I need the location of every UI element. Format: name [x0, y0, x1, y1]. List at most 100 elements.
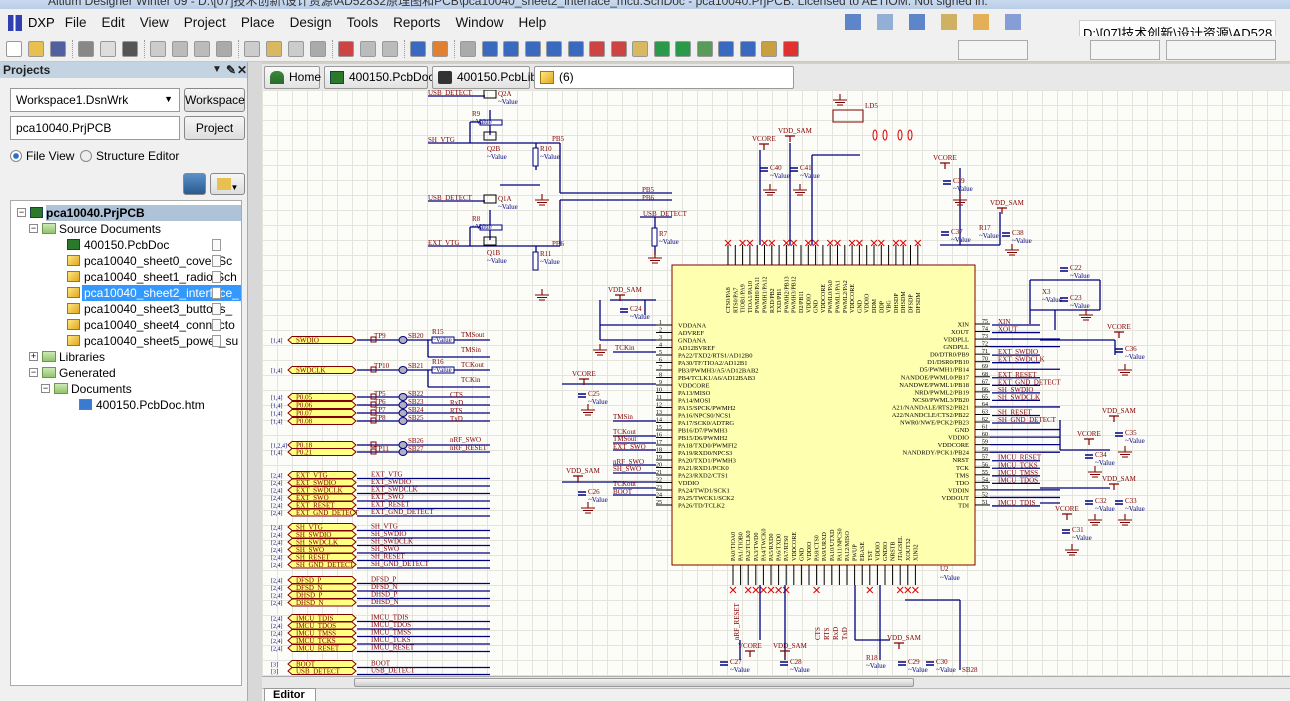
- menu-file[interactable]: File: [65, 15, 87, 30]
- toolbar-button-9-icon[interactable]: [216, 41, 232, 57]
- wiring-toolbar-button-icon[interactable]: [845, 14, 861, 30]
- toolbar-button-24-icon[interactable]: [567, 41, 584, 57]
- toolbar-button-28-icon[interactable]: [653, 41, 670, 57]
- menu-place[interactable]: Place: [241, 15, 275, 30]
- collapse-icon[interactable]: −: [29, 224, 38, 233]
- toolbar-button-2-icon[interactable]: [50, 41, 66, 57]
- menu-edit[interactable]: Edit: [102, 15, 125, 30]
- tree-item[interactable]: − pca10040.PrjPCB: [11, 205, 241, 221]
- radio-structure-editor[interactable]: Structure Editor: [80, 149, 179, 163]
- panel-splitter[interactable]: [247, 62, 262, 701]
- wiring-toolbar-button-icon[interactable]: [973, 14, 989, 30]
- compile-button[interactable]: [183, 173, 206, 195]
- component-ref: C35: [1125, 429, 1137, 437]
- toolbar-button-34-icon[interactable]: [782, 41, 799, 57]
- component-ref: R9: [472, 110, 481, 118]
- schematic-canvas[interactable]: [1,4] SWDIO [1,4] SWDCLK [1,4] P0.05 [1,4] P0.0…: [262, 90, 1290, 676]
- toolbar-button-17-icon[interactable]: [410, 41, 426, 57]
- toolbar-button-22-icon[interactable]: [524, 41, 541, 57]
- toolbar-button-27-icon[interactable]: [632, 41, 648, 57]
- toolbar-combo[interactable]: [958, 40, 1028, 60]
- tree-item[interactable]: pca10040_sheet4_connecto: [11, 317, 241, 333]
- toolbar-button-23-icon[interactable]: [546, 41, 562, 57]
- tree-item[interactable]: 400150.PcbDoc.htm: [11, 397, 241, 413]
- toolbar-button-10-icon[interactable]: [244, 41, 260, 57]
- toolbar-button-4-icon[interactable]: [100, 41, 116, 57]
- toolbar-button-7-icon[interactable]: [172, 41, 188, 57]
- tree-item[interactable]: − Documents: [11, 381, 241, 397]
- expand-icon[interactable]: +: [29, 352, 38, 361]
- tree-item[interactable]: − Source Documents: [11, 221, 241, 237]
- menu-reports[interactable]: Reports: [393, 15, 440, 30]
- wiring-toolbar-button-icon[interactable]: [909, 14, 925, 30]
- toolbar-button-8-icon[interactable]: [194, 41, 210, 57]
- tree-item[interactable]: pca10040_sheet1_radio.Sch: [11, 269, 241, 285]
- tree-item[interactable]: + Libraries: [11, 349, 241, 365]
- menu-view[interactable]: View: [140, 15, 169, 30]
- tree-item[interactable]: pca10040_sheet5_power_su: [11, 333, 241, 349]
- toolbar-button-21-icon[interactable]: [503, 41, 519, 57]
- close-icon[interactable]: ✕: [237, 62, 247, 78]
- toolbar-button-33-icon[interactable]: [761, 41, 777, 57]
- toolbar-button-32-icon[interactable]: [739, 41, 756, 57]
- tree-item[interactable]: pca10040_sheet2_interface_: [11, 285, 241, 301]
- toolbar-button-20-icon[interactable]: [481, 41, 498, 57]
- tab-schdoc-active[interactable]: (6) pca10040_sheet2_interface_mcu.SchDoc…: [534, 66, 794, 105]
- wiring-toolbar-button-icon[interactable]: [941, 14, 957, 30]
- collapse-icon[interactable]: −: [41, 384, 50, 393]
- collapse-icon[interactable]: −: [17, 208, 26, 217]
- menu-design[interactable]: Design: [290, 15, 332, 30]
- menu-window[interactable]: Window: [455, 15, 503, 30]
- power-label: VDD_SAM: [778, 127, 813, 135]
- radio-file-view[interactable]: File View: [10, 149, 74, 163]
- collapse-icon[interactable]: −: [29, 368, 38, 377]
- resistor: [651, 227, 658, 247]
- toolbar-button-1-icon[interactable]: [28, 41, 44, 57]
- toolbar-button-0-icon[interactable]: [6, 41, 22, 57]
- toolbar-button-19-icon[interactable]: [460, 41, 476, 57]
- panel-tab-editor[interactable]: Editor: [264, 688, 316, 701]
- component-value: ~Value: [1012, 237, 1032, 245]
- toolbar-button-18-icon[interactable]: [432, 41, 448, 57]
- toolbar-combo[interactable]: [1090, 40, 1160, 60]
- workspace-button[interactable]: Workspace: [184, 88, 245, 112]
- horizontal-scrollbar[interactable]: [262, 676, 1290, 688]
- project-field[interactable]: pca10040.PrjPCB: [10, 116, 180, 140]
- toolbar-button-30-icon[interactable]: [696, 41, 713, 57]
- toolbar-button-11-icon[interactable]: [266, 41, 282, 57]
- tree-item[interactable]: pca10040_sheet0_cover.Sc: [11, 253, 241, 269]
- toolbar-button-14-icon[interactable]: [338, 41, 354, 57]
- toolbar-button-3-icon[interactable]: [78, 41, 94, 57]
- pin-icon[interactable]: ✎: [226, 62, 236, 78]
- tab-pcbdoc[interactable]: 400150.PcbDoc: [324, 66, 434, 89]
- toolbar-button-25-icon[interactable]: [589, 41, 605, 57]
- workspace-select[interactable]: Workspace1.DsnWrk ▼: [10, 88, 180, 112]
- menu-help[interactable]: Help: [518, 15, 546, 30]
- tree-item[interactable]: 400150.PcbDoc: [11, 237, 241, 253]
- project-options-button[interactable]: ▼: [210, 173, 245, 195]
- tab-home[interactable]: Home: [264, 66, 321, 89]
- toolbar-button-12-icon[interactable]: [288, 41, 304, 57]
- tree-item[interactable]: pca10040_sheet3_buttons_: [11, 301, 241, 317]
- tree-item[interactable]: − Generated: [11, 365, 241, 381]
- toolbar-button-16-icon[interactable]: [382, 41, 398, 57]
- toolbar-button-13-icon[interactable]: [310, 41, 326, 57]
- panel-menu-icon[interactable]: ▼: [212, 62, 222, 78]
- toolbar-button-26-icon[interactable]: [610, 41, 627, 57]
- toolbar-button-15-icon[interactable]: [360, 41, 376, 57]
- tab-pcblib[interactable]: 400150.PcbLib: [432, 66, 537, 89]
- wiring-toolbar-button-icon[interactable]: [877, 14, 893, 30]
- toolbar-button-6-icon[interactable]: [150, 41, 166, 57]
- menu-project[interactable]: Project: [184, 15, 226, 30]
- menu-tools[interactable]: Tools: [347, 15, 379, 30]
- toolbar-button-31-icon[interactable]: [718, 41, 734, 57]
- toolbar-button-5-icon[interactable]: [122, 41, 138, 57]
- project-button[interactable]: Project: [184, 116, 245, 140]
- solder-bridge: [398, 366, 408, 374]
- wiring-toolbar-button-icon[interactable]: [1005, 14, 1021, 30]
- scrollbar-thumb[interactable]: [354, 678, 914, 687]
- toolbar-button-29-icon[interactable]: [675, 41, 691, 57]
- toolbar-combo[interactable]: [1166, 40, 1276, 60]
- pin-name: VDDCORE: [678, 383, 709, 390]
- menu-dxp[interactable]: DXP: [8, 14, 55, 31]
